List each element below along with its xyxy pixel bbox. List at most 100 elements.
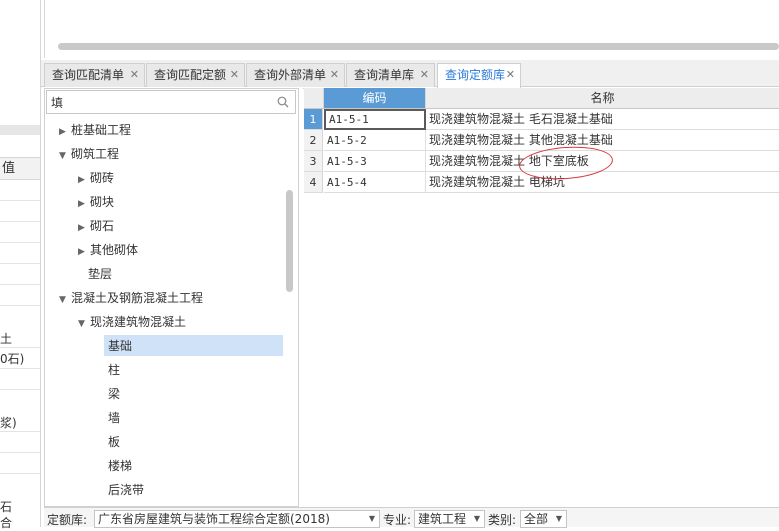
- cell-code[interactable]: A1-5-2: [324, 130, 426, 151]
- tree-node-label: 砌块: [90, 195, 115, 209]
- horizontal-scrollbar[interactable]: [58, 43, 779, 50]
- tab-label: 查询外部清单: [254, 68, 327, 82]
- caret-right-icon[interactable]: ▶: [59, 121, 71, 143]
- close-icon[interactable]: ✕: [230, 64, 239, 86]
- tree-node[interactable]: ▼ 砌筑工程: [59, 143, 119, 165]
- table-row-divider: [0, 452, 40, 453]
- category-select-value: 全部: [524, 512, 549, 526]
- row-number[interactable]: 2: [304, 130, 323, 151]
- tree-node[interactable]: 梁: [108, 383, 120, 405]
- category-select[interactable]: 全部 ▼: [520, 510, 567, 528]
- table-row-divider: [0, 200, 40, 201]
- search-input[interactable]: [47, 91, 267, 113]
- tree-search-box[interactable]: [46, 90, 296, 114]
- tree-node[interactable]: ▼ 混凝土及钢筋混凝土工程: [59, 287, 203, 309]
- caret-right-icon[interactable]: ▶: [78, 169, 90, 191]
- table-row-divider: [0, 431, 40, 432]
- table-row-divider: [0, 284, 40, 285]
- left-panel-text: 土: [0, 332, 13, 346]
- close-icon[interactable]: ✕: [506, 64, 515, 86]
- table-row-divider: [0, 305, 40, 306]
- tree-node[interactable]: 后浇带: [108, 479, 144, 501]
- major-label: 专业:: [383, 513, 412, 527]
- tree-node-label: 现浇建筑物混凝土: [90, 315, 187, 329]
- row-number-header: [304, 88, 324, 109]
- tree-node[interactable]: 板: [108, 431, 120, 453]
- tab-label: 查询匹配清单: [52, 68, 125, 82]
- left-panel-text: 浆): [0, 416, 17, 430]
- library-label: 定额库:: [47, 513, 88, 527]
- row-number[interactable]: 1: [304, 109, 323, 130]
- cell-name[interactable]: 现浇建筑物混凝土 其他混凝土基础: [426, 130, 779, 151]
- caret-right-icon[interactable]: ▶: [78, 217, 90, 239]
- major-select[interactable]: 建筑工程 ▼: [414, 510, 485, 528]
- major-select-value: 建筑工程: [418, 512, 467, 526]
- search-icon[interactable]: [277, 96, 289, 108]
- table-row-divider: [0, 221, 40, 222]
- row-number[interactable]: 3: [304, 151, 323, 172]
- chevron-down-icon: ▼: [473, 514, 480, 523]
- tree-node-label: 砌筑工程: [71, 147, 120, 161]
- tree-node[interactable]: ▼ 现浇建筑物混凝土: [78, 311, 186, 333]
- tree-node-label: 砌石: [90, 219, 115, 233]
- table-row-divider: [0, 473, 40, 474]
- tree-node[interactable]: ▶ 砌石: [78, 215, 114, 237]
- tree-node[interactable]: 垫层: [88, 263, 112, 285]
- tab-label: 查询清单库: [354, 68, 415, 82]
- tree-node[interactable]: ▶ 其他砌体: [78, 239, 138, 261]
- tree-node-label: 其他砌体: [90, 243, 139, 257]
- caret-right-icon[interactable]: ▶: [78, 241, 90, 263]
- tree-node[interactable]: ▶ 砌块: [78, 191, 114, 213]
- cell-code[interactable]: A1-5-3: [324, 151, 426, 172]
- category-label: 类别:: [488, 513, 517, 527]
- column-header-code[interactable]: 编码: [324, 88, 426, 109]
- tree-node-label: 混凝土及钢筋混凝土工程: [71, 291, 204, 305]
- tab-query-quota-library[interactable]: 查询定额库 ✕: [437, 63, 521, 88]
- library-select-value: 广东省房屋建筑与装饰工程综合定额(2018): [98, 512, 330, 526]
- chevron-down-icon: ▼: [555, 514, 562, 523]
- left-side-panel: 值 土 0石) 浆) 石 合: [0, 0, 41, 530]
- tab-query-external-list[interactable]: 查询外部清单 ✕: [246, 63, 345, 87]
- tree-node[interactable]: 墙: [108, 407, 120, 429]
- cell-name[interactable]: 现浇建筑物混凝土 电梯坑: [426, 172, 779, 193]
- tab-label: 查询定额库: [445, 68, 506, 82]
- tree-node[interactable]: ▶ 砌砖: [78, 167, 114, 189]
- close-icon[interactable]: ✕: [130, 64, 139, 86]
- caret-down-icon[interactable]: ▼: [78, 313, 90, 335]
- tree-node[interactable]: 柱: [108, 359, 120, 381]
- tree-node-label: 垫层: [88, 267, 113, 281]
- tree-node[interactable]: ▶ 桩基础工程: [59, 119, 131, 141]
- tree-node[interactable]: 基础: [104, 335, 283, 356]
- library-select[interactable]: 广东省房屋建筑与装饰工程综合定额(2018) ▼: [94, 510, 380, 528]
- table-row-divider: [0, 347, 40, 348]
- tab-label: 查询匹配定额: [154, 68, 227, 82]
- tree-node-label: 板: [108, 435, 121, 449]
- tab-query-matched-list[interactable]: 查询匹配清单 ✕: [44, 63, 145, 87]
- caret-down-icon[interactable]: ▼: [59, 145, 71, 167]
- cell-code[interactable]: A1-5-1: [324, 109, 426, 130]
- tree-node-label: 砌砖: [90, 171, 115, 185]
- caret-right-icon[interactable]: ▶: [78, 193, 90, 215]
- vertical-scrollbar[interactable]: [286, 190, 293, 292]
- table-row-divider: [0, 263, 40, 264]
- left-panel-column-header: 值: [0, 157, 40, 180]
- left-panel-text: 0石): [0, 352, 25, 366]
- tree-node-label: 楼梯: [108, 459, 133, 473]
- close-icon[interactable]: ✕: [330, 64, 339, 86]
- cell-code[interactable]: A1-5-4: [324, 172, 426, 193]
- cell-name[interactable]: 现浇建筑物混凝土 毛石混凝土基础: [426, 109, 779, 130]
- chevron-down-icon: ▼: [368, 514, 375, 523]
- tab-query-list-library[interactable]: 查询清单库 ✕: [346, 63, 435, 87]
- tree-node-label: 墙: [108, 411, 121, 425]
- tree-node-label: 后浇带: [108, 483, 145, 497]
- caret-down-icon[interactable]: ▼: [59, 289, 71, 311]
- tree-node-label: 桩基础工程: [71, 123, 132, 137]
- close-icon[interactable]: ✕: [420, 64, 429, 86]
- row-number[interactable]: 4: [304, 172, 323, 193]
- tree-node[interactable]: 楼梯: [108, 455, 132, 477]
- tab-query-matched-quota[interactable]: 查询匹配定额 ✕: [146, 63, 245, 87]
- table-row-divider: [0, 389, 40, 390]
- tree-node-label: 梁: [108, 387, 121, 401]
- column-header-name[interactable]: 名称: [426, 88, 779, 109]
- left-panel-text: 石: [0, 500, 13, 514]
